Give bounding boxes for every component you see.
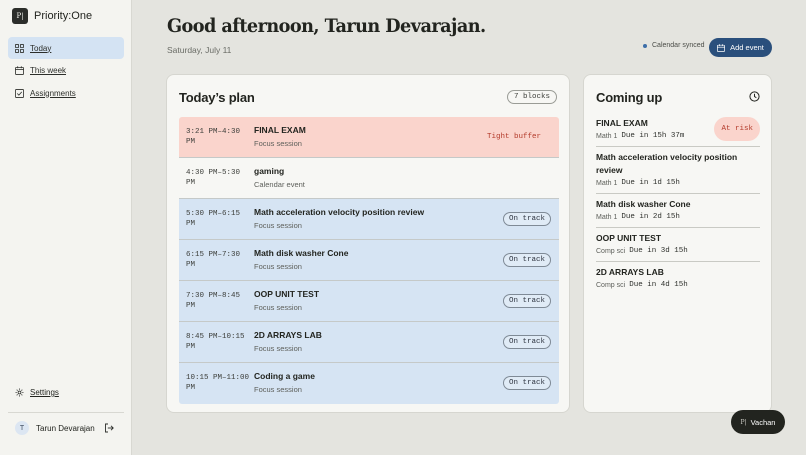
plan-row[interactable]: 4:30 PM–5:30 PM gaming Calendar event [179, 158, 559, 199]
row-subtitle: Focus session [254, 221, 302, 230]
user-name: Tarun Devarajan [36, 423, 95, 433]
logout-icon[interactable] [104, 423, 114, 433]
item-due: Due in 1d 15h [621, 179, 680, 187]
item-due: Due in 3d 15h [629, 247, 688, 255]
plan-row[interactable]: 6:15 PM–7:30 PM Math disk washer Cone Fo… [179, 240, 559, 281]
user-profile[interactable]: T Tarun Devarajan [15, 421, 95, 435]
calendar-plus-icon [717, 43, 726, 52]
checkbox-icon [15, 88, 24, 98]
avatar: T [15, 421, 29, 435]
sync-label: Calendar synced [652, 42, 705, 49]
assistant-button[interactable]: P| Vachan [731, 410, 785, 434]
item-course: Comp sci [596, 281, 626, 289]
row-time: 3:21 PM–4:30 PM [186, 128, 241, 146]
page-title: Good afternoon, Tarun Devarajan. [167, 15, 486, 37]
row-time: 7:30 PM–8:45 PM [186, 292, 241, 310]
item-due: Due in 4d 15h [629, 281, 688, 289]
list-item[interactable]: Math disk washer Cone Math 1 Due in 2d 1… [596, 194, 760, 228]
status-badge: Tight buffer [486, 133, 541, 141]
sidebar-item-label: Today [30, 43, 52, 53]
row-subtitle: Focus session [254, 262, 302, 271]
sidebar: P| Priority:One Today This week Assignme… [0, 0, 132, 455]
plan-row[interactable]: 10:15 PM–11:00 PM Coding a game Focus se… [179, 363, 559, 404]
row-subtitle: Calendar event [254, 180, 305, 189]
row-title: OOP UNIT TEST [254, 289, 320, 299]
item-course: Math 1 [596, 213, 618, 221]
upcoming-list: FINAL EXAM Math 1 Due in 15h 37m At risk… [596, 113, 760, 295]
assistant-label: Vachan [750, 417, 776, 427]
row-title: gaming [254, 166, 285, 176]
item-title: OOP UNIT TEST [596, 233, 662, 243]
coming-up-title: Coming up [596, 90, 663, 105]
list-item[interactable]: 2D ARRAYS LAB Comp sci Due in 4d 15h [596, 262, 760, 295]
sidebar-item-label: Assignments [30, 88, 76, 98]
item-course: Math 1 [596, 132, 618, 140]
row-time: 4:30 PM–5:30 PM [186, 169, 241, 187]
row-title: Math acceleration velocity position revi… [254, 207, 425, 217]
plan-row[interactable]: 8:45 PM–10:15 PM 2D ARRAYS LAB Focus ses… [179, 322, 559, 363]
list-item[interactable]: OOP UNIT TEST Comp sci Due in 3d 15h [596, 228, 760, 262]
todays-plan-panel: Today’s plan 7 blocks 3:21 PM–4:30 PM FI… [166, 74, 570, 413]
plan-row[interactable]: 3:21 PM–4:30 PM FINAL EXAM Focus session… [179, 117, 559, 158]
list-item[interactable]: Math acceleration velocity position revi… [596, 147, 760, 194]
sidebar-item-assignments[interactable]: Assignments [8, 82, 124, 104]
row-subtitle: Focus session [254, 303, 302, 312]
add-event-button[interactable]: Add event [709, 38, 772, 57]
settings-label: Settings [30, 388, 59, 397]
row-title: Math disk washer Cone [254, 248, 349, 258]
row-subtitle: Focus session [254, 344, 302, 353]
row-subtitle: Focus session [254, 139, 302, 148]
status-badge: On track [502, 376, 551, 390]
sync-dot-icon [643, 43, 647, 48]
app-name: Priority:One [34, 10, 93, 22]
assistant-logo-icon: P| [740, 418, 747, 426]
status-badge: On track [502, 335, 551, 349]
sidebar-item-today[interactable]: Today [8, 37, 124, 59]
app-logo-icon: P| [12, 8, 28, 24]
item-title: Math disk washer Cone [596, 199, 691, 209]
settings-link[interactable]: Settings [15, 388, 59, 397]
brand[interactable]: P| Priority:One [12, 8, 92, 24]
calendar-sync-status: Calendar synced [643, 42, 705, 49]
row-time: 6:15 PM–7:30 PM [186, 251, 241, 269]
item-due: Due in 15h 37m [621, 132, 685, 140]
status-badge: On track [502, 294, 551, 308]
row-time: 8:45 PM–10:15 PM [186, 333, 245, 351]
plan-row[interactable]: 5:30 PM–6:15 PM Math acceleration veloci… [179, 199, 559, 240]
add-event-label: Add event [730, 43, 764, 52]
calendar-icon [15, 66, 24, 75]
item-title: 2D ARRAYS LAB [596, 267, 664, 277]
at-risk-badge: At risk [714, 117, 760, 141]
row-time: 5:30 PM–6:15 PM [186, 210, 241, 228]
clock-icon [749, 91, 760, 102]
item-due: Due in 2d 15h [621, 213, 680, 221]
current-date: Saturday, July 11 [167, 45, 232, 55]
plan-row[interactable]: 7:30 PM–8:45 PM OOP UNIT TEST Focus sess… [179, 281, 559, 322]
row-title: FINAL EXAM [254, 125, 306, 135]
plan-title: Today’s plan [179, 90, 255, 105]
list-item[interactable]: FINAL EXAM Math 1 Due in 15h 37m At risk [596, 113, 760, 147]
blocks-count-badge: 7 blocks [506, 90, 557, 104]
sidebar-item-label: This week [30, 66, 67, 75]
grid-icon [15, 43, 24, 53]
row-title: Coding a game [254, 371, 315, 381]
sidebar-divider [8, 412, 124, 413]
row-subtitle: Focus session [254, 385, 302, 394]
sidebar-nav: Today This week Assignments [8, 37, 124, 105]
sidebar-item-this-week[interactable]: This week [8, 60, 124, 82]
status-badge: On track [502, 253, 551, 267]
plan-list: 3:21 PM–4:30 PM FINAL EXAM Focus session… [179, 117, 559, 404]
gear-icon [15, 388, 24, 397]
item-course: Math 1 [596, 179, 618, 187]
coming-up-panel: Coming up FINAL EXAM Math 1 Due in 15h 3… [583, 74, 772, 413]
item-course: Comp sci [596, 247, 626, 255]
row-title: 2D ARRAYS LAB [254, 330, 322, 340]
status-badge: On track [502, 212, 551, 226]
item-title: Math acceleration velocity position revi… [596, 152, 738, 175]
row-time: 10:15 PM–11:00 PM [186, 374, 250, 392]
